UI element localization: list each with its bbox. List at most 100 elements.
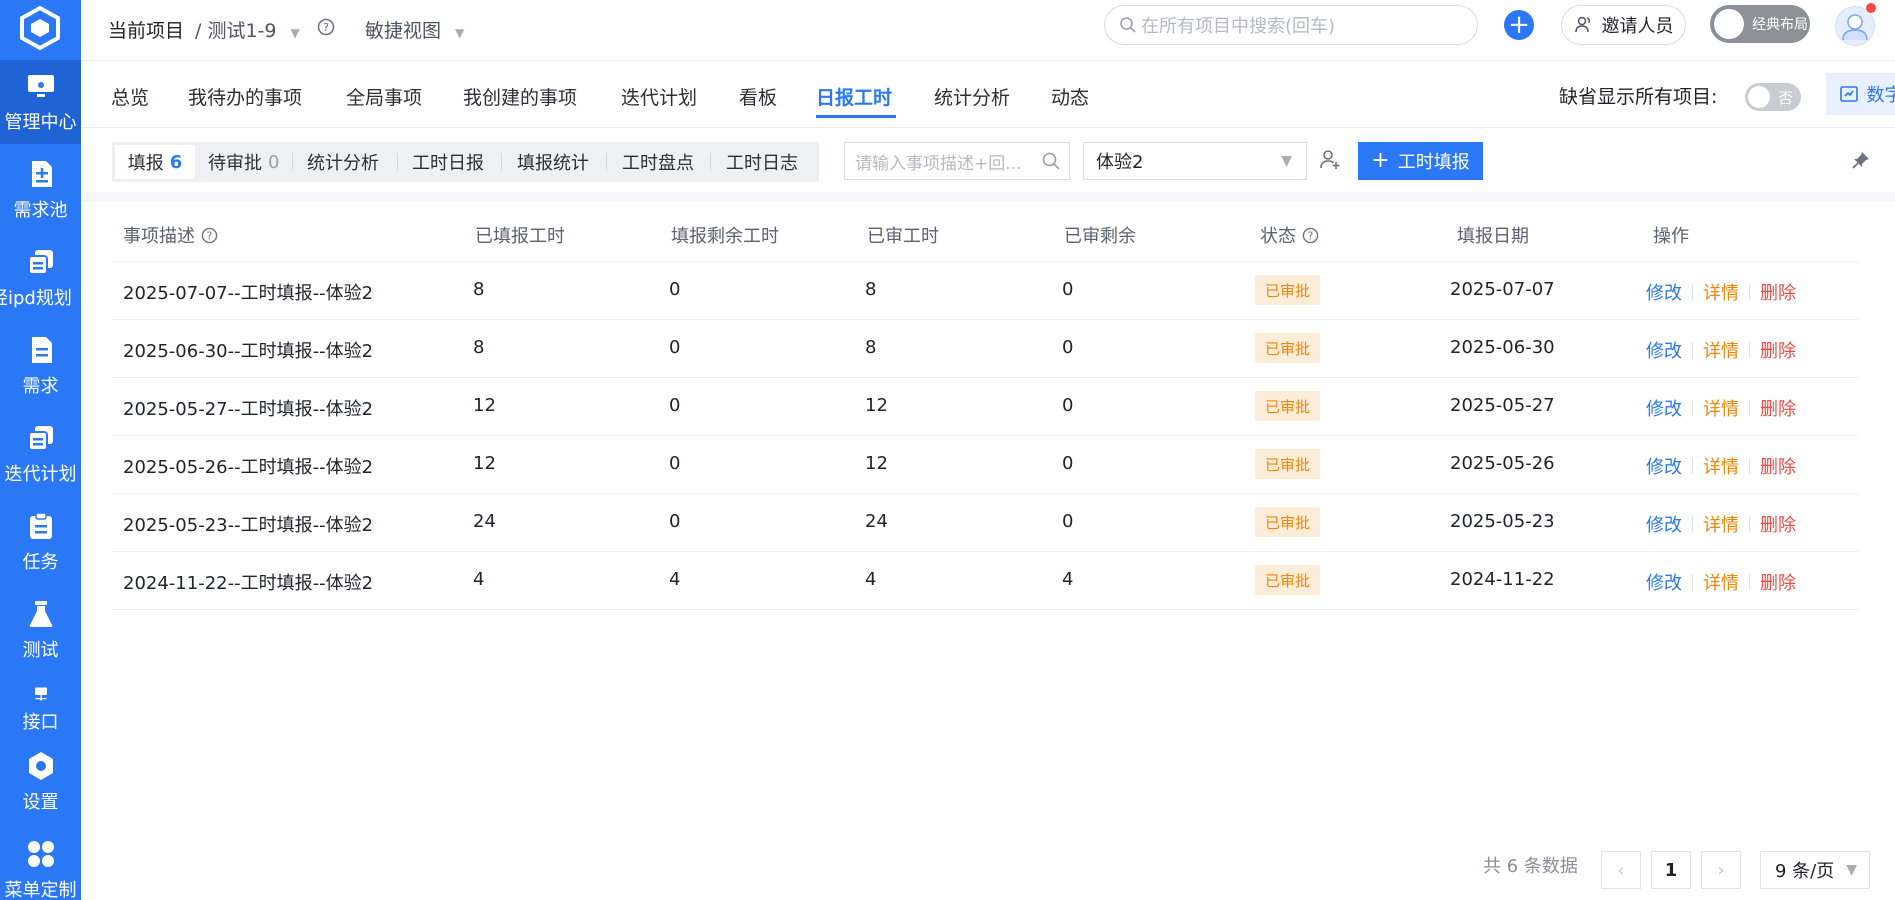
status-badge: 已审批	[1255, 507, 1321, 537]
delete-link[interactable]: 删除	[1760, 395, 1796, 421]
sidebar-item-requirement[interactable]: 需求	[0, 324, 81, 408]
sidebar-item-requirement-pool[interactable]: 需求池	[0, 148, 81, 232]
clipboard-icon	[29, 512, 52, 539]
segment-label: 工时盘点	[622, 153, 694, 174]
fill-hours-button[interactable]: + 工时填报	[1358, 142, 1483, 180]
toggle-knob	[1714, 9, 1744, 39]
detail-link[interactable]: 详情	[1703, 511, 1739, 537]
segment-fill-stats[interactable]: 填报统计	[517, 145, 589, 179]
column-header-approved-hours: 已审工时	[867, 226, 939, 247]
delete-link[interactable]: 删除	[1760, 511, 1796, 537]
edit-link[interactable]: 修改	[1646, 511, 1682, 537]
column-title: 事项描述	[123, 226, 195, 247]
segment-label: 填报	[127, 153, 164, 174]
sidebar-item-interface[interactable]: 接口	[0, 676, 81, 734]
sidebar-item-iteration-plan[interactable]: 迭代计划	[0, 412, 81, 496]
segment-statistics[interactable]: 统计分析	[307, 145, 379, 179]
tab-statistics[interactable]: 统计分析	[934, 83, 1010, 110]
edit-link[interactable]: 修改	[1646, 569, 1682, 595]
delete-link[interactable]: 删除	[1760, 453, 1796, 479]
sidebar-item-light-ipd[interactable]: 轻ipd规划	[0, 236, 81, 320]
action-divider	[1749, 516, 1750, 532]
table-header: 事项描述 ? 已填报工时 填报剩余工时 已审工时 已审剩余 状态 ? 填报日期 …	[112, 203, 1858, 262]
table-body: 2025-07-07--工时填报--体验2 8 0 8 0 已审批 2025-07-07 修改…	[112, 262, 1858, 610]
layout-label: 经典布局	[1752, 17, 1808, 33]
detail-link[interactable]: 详情	[1703, 569, 1739, 595]
cell-remaining-hours: 0	[669, 279, 681, 300]
segment-pending-approval[interactable]: 待审批 0	[208, 145, 279, 179]
create-button[interactable]: +	[1504, 10, 1534, 40]
sidebar-item-menu-custom[interactable]: 菜单定制	[0, 828, 81, 900]
sidebar-item-management-center[interactable]: 管理中心	[0, 60, 81, 144]
cell-reported-hours: 4	[473, 569, 485, 590]
help-icon[interactable]: ?	[1302, 227, 1319, 244]
tab-kanban[interactable]: 看板	[739, 83, 777, 110]
agile-view-dropdown[interactable]: 敏捷视图 ▼	[365, 16, 464, 43]
detail-link[interactable]: 详情	[1703, 337, 1739, 363]
sidebar-item-settings[interactable]: 设置	[0, 740, 81, 824]
page-size-select[interactable]: 9 条/页 ▼	[1760, 851, 1870, 889]
user-select[interactable]: 体验2 ▼	[1083, 142, 1307, 180]
delete-link[interactable]: 删除	[1760, 569, 1796, 595]
classic-layout-toggle[interactable]: 经典布局	[1710, 5, 1810, 43]
cell-description: 2024-11-22--工时填报--体验2	[123, 573, 374, 594]
detail-link[interactable]: 详情	[1703, 395, 1739, 421]
row-actions: 修改 详情 删除	[1646, 337, 1796, 363]
detail-link[interactable]: 详情	[1703, 453, 1739, 479]
edit-link[interactable]: 修改	[1646, 337, 1682, 363]
page-number-current[interactable]: 1	[1651, 851, 1691, 889]
tab-my-todo[interactable]: 我待办的事项	[188, 83, 302, 110]
segment-label: 待审批	[208, 153, 262, 174]
tab-activity[interactable]: 动态	[1051, 83, 1089, 110]
help-icon[interactable]: ?	[317, 16, 335, 41]
cell-fill-date: 2024-11-22	[1450, 569, 1555, 590]
default-all-projects-switch[interactable]: 否	[1745, 83, 1801, 111]
table-row: 2025-06-30--工时填报--体验2 8 0 8 0 已审批 2025-06-30 修改…	[112, 320, 1858, 378]
app-logo-icon[interactable]	[16, 4, 64, 52]
edit-link[interactable]: 修改	[1646, 279, 1682, 305]
big-screen-button[interactable]: 数字大屏	[1826, 73, 1895, 115]
segment-hours-inventory[interactable]: 工时盘点	[622, 145, 694, 179]
cell-remaining-hours: 4	[669, 569, 681, 590]
default-all-projects-label: 缺省显示所有项目:	[1559, 86, 1718, 108]
delete-link[interactable]: 删除	[1760, 279, 1796, 305]
segment-hours-log[interactable]: 工时日志	[726, 145, 798, 179]
detail-link[interactable]: 详情	[1703, 279, 1739, 305]
segment-daily-report[interactable]: 工时日报	[412, 145, 484, 179]
pin-icon[interactable]	[1851, 150, 1871, 170]
edit-link[interactable]: 修改	[1646, 453, 1682, 479]
global-search-input[interactable]: 在所有项目中搜索(回车)	[1104, 5, 1478, 45]
action-divider	[1749, 400, 1750, 416]
column-header-description: 事项描述 ?	[123, 222, 218, 248]
delete-link[interactable]: 删除	[1760, 337, 1796, 363]
tab-iteration-plan[interactable]: 迭代计划	[621, 83, 697, 110]
next-page-button[interactable]: ›	[1701, 851, 1741, 889]
action-divider	[1749, 284, 1750, 300]
tab-my-created[interactable]: 我创建的事项	[463, 83, 577, 110]
cell-approved-remaining: 0	[1062, 453, 1074, 474]
segment-divider	[397, 153, 398, 171]
prev-page-button[interactable]: ‹	[1601, 851, 1641, 889]
tab-global-items[interactable]: 全局事项	[346, 83, 422, 110]
help-icon[interactable]: ?	[201, 227, 218, 244]
tab-overview[interactable]: 总览	[111, 83, 149, 110]
segment-fill[interactable]: 填报 6	[115, 145, 195, 179]
item-description-search-input[interactable]: 请输入事项描述+回...	[844, 142, 1070, 180]
sidebar-item-test[interactable]: 测试	[0, 588, 81, 672]
edit-link[interactable]: 修改	[1646, 395, 1682, 421]
segment-label: 工时日志	[726, 153, 798, 174]
search-placeholder: 在所有项目中搜索(回车)	[1141, 16, 1336, 37]
table-row: 2025-07-07--工时填报--体验2 8 0 8 0 已审批 2025-07-07 修改…	[112, 262, 1858, 320]
svg-text:?: ?	[207, 230, 213, 242]
users-icon	[1574, 16, 1590, 33]
sidebar-item-task[interactable]: 任务	[0, 500, 81, 584]
table-row: 2024-11-22--工时填报--体验2 4 4 4 4 已审批 2024-11-22 修改…	[112, 552, 1858, 610]
requirement-pool-icon	[31, 161, 52, 187]
cell-fill-date: 2025-05-23	[1450, 511, 1555, 532]
tab-daily-hours[interactable]: 日报工时	[816, 83, 892, 110]
project-selector[interactable]: / 测试1-9 ▼	[195, 16, 300, 43]
chevron-right-icon: ›	[1717, 859, 1725, 881]
add-person-icon[interactable]	[1319, 148, 1341, 170]
invite-label: 邀请人员	[1601, 16, 1674, 37]
invite-button[interactable]: 邀请人员	[1561, 5, 1686, 45]
